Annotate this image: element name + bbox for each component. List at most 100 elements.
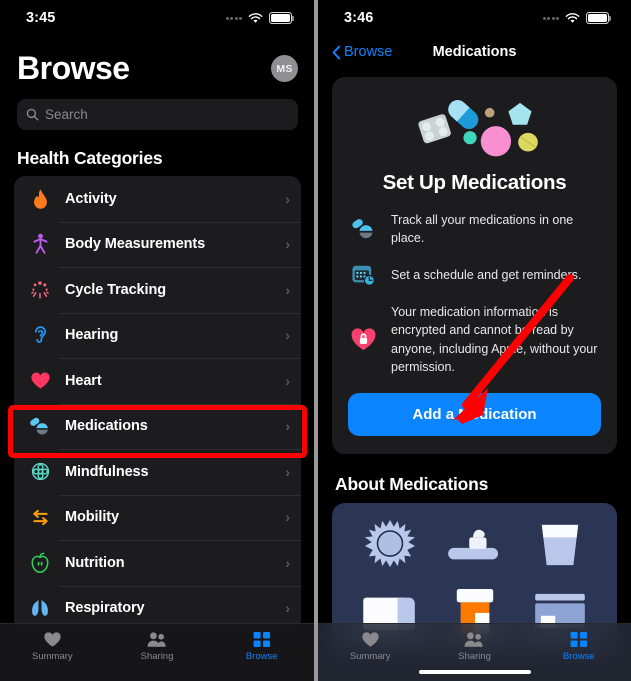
signal-dots-icon: [542, 16, 559, 20]
sidebar-item-mindfulness[interactable]: Mindfulness ›: [14, 449, 301, 495]
search-input[interactable]: Search: [17, 99, 298, 130]
hero-title: Set Up Medications: [382, 171, 567, 194]
health-categories-list: Activity › Body Measurements › Cycle Tra…: [14, 176, 301, 631]
category-label: Mobility: [65, 509, 119, 526]
add-medication-button[interactable]: Add a Medication: [348, 392, 601, 436]
heart-icon: [27, 368, 53, 394]
sidebar-item-medications[interactable]: Medications ›: [14, 403, 301, 450]
chevron-right-icon: ›: [285, 236, 290, 253]
tab-bar: Summary Sharing Browse: [0, 623, 314, 681]
chevron-right-icon: ›: [285, 554, 290, 571]
water-glass-icon: [520, 515, 599, 575]
pills-icon: [348, 217, 378, 241]
heart-tab-icon: [361, 632, 379, 647]
category-label: Mindfulness: [65, 463, 149, 480]
status-bar: 3:45: [0, 0, 314, 36]
medications-scroll-area[interactable]: Set Up Medications Track all your medica…: [318, 68, 631, 681]
section-title-about-medications: About Medications: [335, 473, 489, 494]
tab-label: Browse: [562, 651, 595, 662]
screenshot-stage: 3:45 Browse MS Search Health Categories …: [0, 0, 631, 681]
avatar[interactable]: MS: [271, 55, 298, 82]
category-label: Cycle Tracking: [65, 281, 166, 298]
heart-lock-icon: [348, 327, 378, 352]
search-placeholder: Search: [45, 107, 88, 122]
chevron-right-icon: ›: [285, 463, 290, 480]
tab-sharing[interactable]: Sharing: [422, 631, 526, 662]
feature-text: Track all your medications in one place.: [391, 213, 574, 246]
tab-label: Browse: [245, 651, 278, 662]
wifi-icon: [565, 12, 580, 23]
back-button[interactable]: Browse: [332, 44, 392, 60]
battery-icon: [269, 12, 294, 24]
chevron-right-icon: ›: [285, 327, 290, 344]
browse-header: Browse MS: [0, 36, 314, 87]
brain-icon: [27, 459, 53, 485]
sidebar-item-cycle-tracking[interactable]: Cycle Tracking ›: [14, 267, 301, 313]
status-icons: [225, 12, 294, 24]
chevron-right-icon: ›: [285, 281, 290, 298]
people-tab-icon: [147, 632, 166, 647]
tab-label: Sharing: [140, 651, 174, 662]
left-phone-browse-screen: 3:45 Browse MS Search Health Categories …: [0, 0, 314, 681]
sidebar-item-mobility[interactable]: Mobility ›: [14, 494, 301, 541]
tab-bar: Summary Sharing Browse: [318, 623, 631, 681]
grid-tab-icon: [253, 631, 270, 648]
assorted-pills-illustration: [348, 91, 601, 163]
chevron-right-icon: ›: [285, 418, 290, 435]
toothbrush-icon: [435, 515, 514, 575]
sidebar-item-nutrition[interactable]: Nutrition ›: [14, 540, 301, 586]
status-bar: 3:46: [318, 0, 631, 36]
category-label: Hearing: [65, 327, 119, 344]
apple-icon: [27, 550, 53, 576]
sidebar-item-heart[interactable]: Heart ›: [14, 358, 301, 404]
sidebar-item-hearing[interactable]: Hearing ›: [14, 312, 301, 359]
heart-tab-icon: [44, 632, 61, 647]
chevron-right-icon: ›: [285, 372, 290, 389]
sidebar-item-body-measurements[interactable]: Body Measurements ›: [14, 221, 301, 268]
category-label: Activity: [65, 190, 117, 207]
search-icon: [26, 108, 39, 121]
pills-icon: [27, 413, 53, 439]
cycle-icon: [27, 277, 53, 303]
calendar-clock-icon: [348, 263, 378, 287]
back-label: Browse: [344, 44, 393, 60]
lungs-icon: [27, 595, 53, 621]
right-phone-medications-screen: 3:46 Browse Medications Set Up Medicatio…: [318, 0, 631, 681]
grid-tab-icon: [570, 631, 587, 648]
category-label: Heart: [65, 372, 102, 389]
tab-summary[interactable]: Summary: [0, 631, 105, 662]
ear-icon: [27, 322, 53, 348]
tab-sharing[interactable]: Sharing: [105, 631, 210, 662]
category-label: Respiratory: [65, 600, 145, 617]
tab-browse[interactable]: Browse: [209, 631, 314, 662]
people-tab-icon: [465, 632, 484, 647]
tab-label: Summary: [349, 651, 391, 662]
category-label: Medications: [65, 418, 148, 435]
arrows-icon: [27, 504, 53, 530]
status-time: 3:45: [26, 10, 56, 26]
battery-icon: [586, 12, 611, 24]
page-title: Browse: [17, 50, 130, 86]
nav-bar: Browse Medications: [318, 36, 631, 68]
feature-text: Your medication information is encrypted…: [391, 305, 598, 374]
tab-label: Sharing: [458, 651, 491, 662]
tab-label: Summary: [32, 651, 73, 662]
status-time: 3:46: [344, 10, 374, 26]
body-icon: [27, 231, 53, 257]
sun-icon: [350, 515, 429, 575]
home-indicator: [418, 670, 531, 674]
feature-text: Set a schedule and get reminders.: [391, 268, 582, 283]
chevron-right-icon: ›: [285, 190, 290, 207]
signal-dots-icon: [225, 16, 242, 20]
feature-schedule: Set a schedule and get reminders.: [348, 263, 601, 287]
chevron-right-icon: ›: [285, 600, 290, 617]
sidebar-item-activity[interactable]: Activity ›: [14, 176, 301, 222]
category-label: Nutrition: [65, 554, 125, 571]
setup-medications-card: Set Up Medications Track all your medica…: [332, 77, 617, 454]
feature-track: Track all your medications in one place.: [348, 211, 601, 247]
tab-summary[interactable]: Summary: [318, 631, 422, 662]
flame-icon: [27, 186, 53, 212]
tab-browse[interactable]: Browse: [527, 631, 631, 662]
wifi-icon: [248, 12, 263, 23]
status-icons: [542, 12, 611, 24]
